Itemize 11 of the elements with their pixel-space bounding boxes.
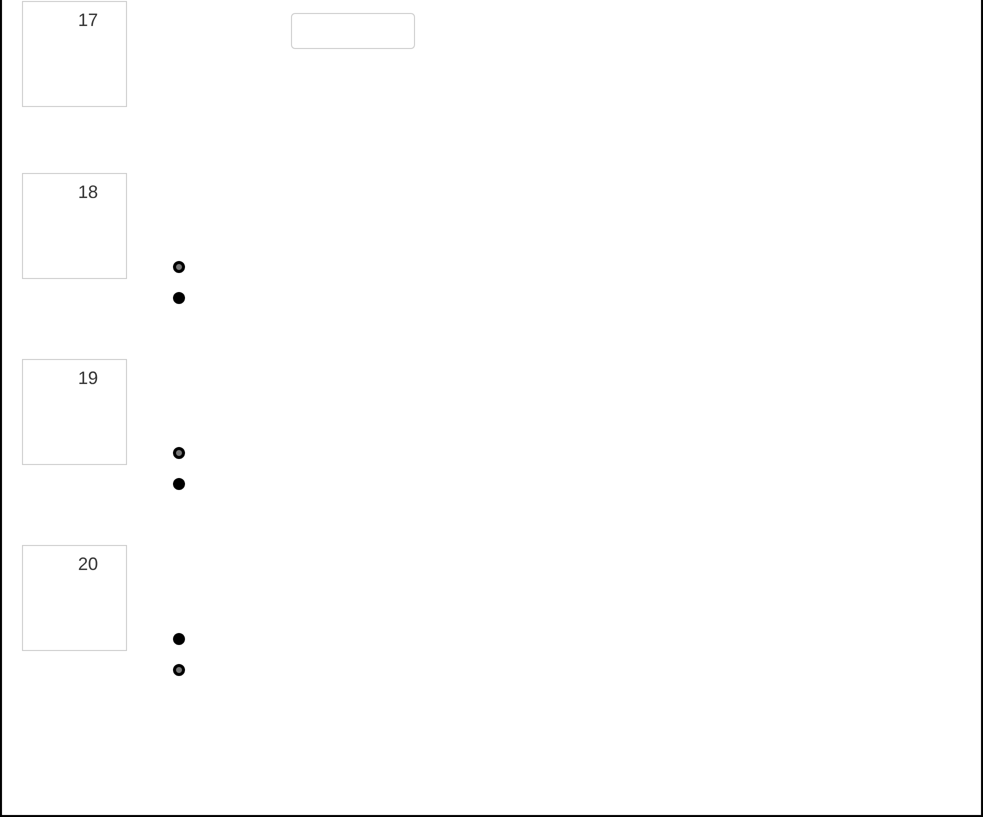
- answer-field[interactable]: [291, 13, 415, 49]
- question-number: 18: [22, 173, 127, 279]
- radio-button[interactable]: [173, 478, 185, 490]
- radio-button[interactable]: [173, 664, 185, 676]
- radio-button[interactable]: [173, 292, 185, 304]
- question-number: 19: [22, 359, 127, 465]
- question-number: 20: [22, 545, 127, 651]
- radio-button[interactable]: [173, 261, 185, 273]
- radio-button[interactable]: [173, 633, 185, 645]
- question-number: 17: [22, 1, 127, 107]
- radio-button[interactable]: [173, 447, 185, 459]
